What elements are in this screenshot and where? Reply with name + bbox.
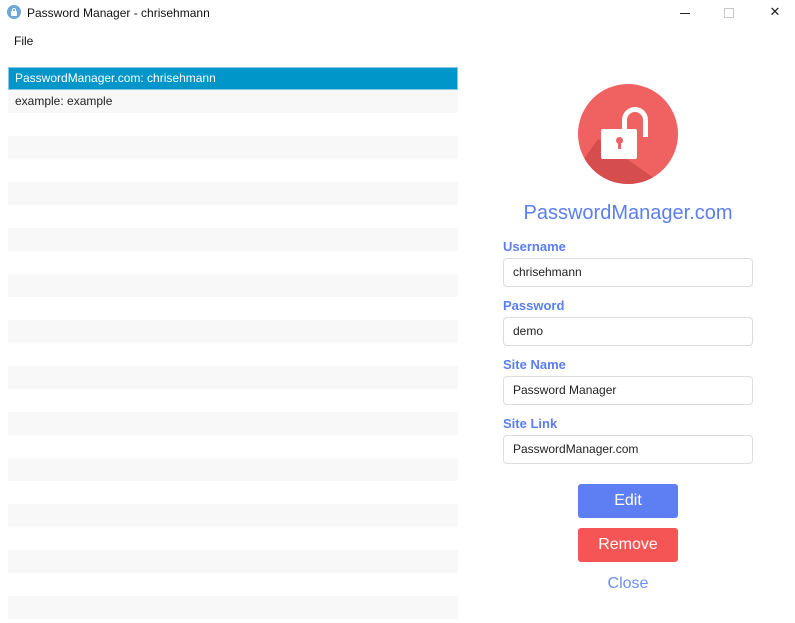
- maximize-icon: [724, 8, 734, 18]
- empty-list-row: [8, 458, 458, 481]
- empty-list-row: [8, 366, 458, 389]
- window-title: Password Manager - chrisehmann: [27, 6, 210, 20]
- close-icon: ✕: [769, 5, 781, 20]
- list-item[interactable]: example: example: [8, 90, 458, 113]
- list-item-selected[interactable]: PasswordManager.com: chrisehmann: [8, 67, 458, 90]
- menu-file[interactable]: File: [9, 33, 38, 49]
- app-lock-icon: [7, 5, 21, 19]
- site-link-field[interactable]: PasswordManager.com: [503, 435, 753, 464]
- empty-list-row: [8, 297, 458, 320]
- site-name-label: Site Name: [503, 357, 566, 372]
- empty-list-row: [8, 435, 458, 458]
- empty-list-row: [8, 389, 458, 412]
- empty-list-row: [8, 251, 458, 274]
- close-link[interactable]: Close: [578, 575, 678, 593]
- empty-list-row: [8, 159, 458, 182]
- empty-list-row: [8, 412, 458, 435]
- site-name-field[interactable]: Password Manager: [503, 376, 753, 405]
- empty-list-row: [8, 596, 458, 619]
- username-label: Username: [503, 239, 566, 254]
- empty-list-row: [8, 550, 458, 573]
- site-link-label: Site Link: [503, 416, 558, 431]
- title-bar: Password Manager - chrisehmann ✕: [0, 0, 795, 28]
- empty-list-row: [8, 182, 458, 205]
- entry-list[interactable]: PasswordManager.com: chrisehmann example…: [8, 67, 458, 620]
- empty-list-row: [8, 228, 458, 251]
- password-field[interactable]: demo: [503, 317, 753, 346]
- username-field[interactable]: chrisehmann: [503, 258, 753, 287]
- empty-list-row: [8, 113, 458, 136]
- empty-list-row: [8, 205, 458, 228]
- minimize-icon: [680, 13, 690, 14]
- empty-list-row: [8, 274, 458, 297]
- edit-button[interactable]: Edit: [578, 484, 678, 518]
- empty-list-row: [8, 573, 458, 596]
- maximize-button[interactable]: [706, 0, 752, 28]
- empty-list-row: [8, 343, 458, 366]
- empty-list-row: [8, 481, 458, 504]
- password-label: Password: [503, 298, 565, 313]
- menu-bar: File: [0, 30, 795, 52]
- empty-list-row: [8, 136, 458, 159]
- minimize-button[interactable]: [662, 0, 708, 28]
- empty-list-row: [8, 527, 458, 550]
- unlocked-padlock-icon: [578, 84, 678, 184]
- site-title: PasswordManager.com: [523, 202, 733, 224]
- empty-list-row: [8, 619, 458, 620]
- empty-list-row: [8, 320, 458, 343]
- remove-button[interactable]: Remove: [578, 528, 678, 562]
- empty-list-row: [8, 504, 458, 527]
- close-window-button[interactable]: ✕: [752, 0, 795, 28]
